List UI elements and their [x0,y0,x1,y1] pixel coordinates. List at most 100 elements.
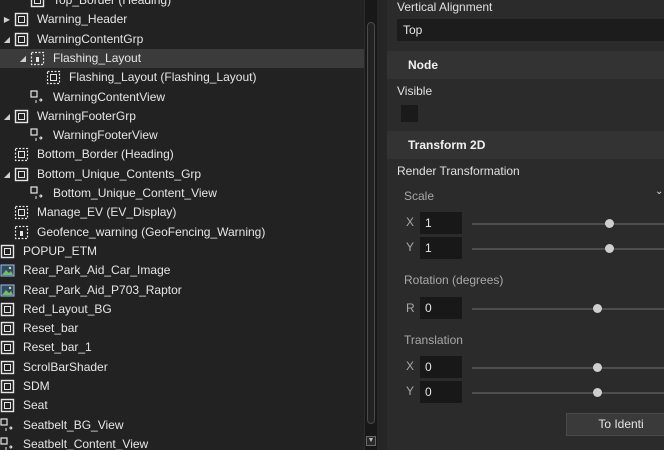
collapse-arrow-icon[interactable]: ◢ [2,30,12,49]
view-icon [30,89,45,105]
tree-item[interactable]: ScrolBarShader [0,358,364,377]
scrollbar-thumb[interactable] [367,22,375,424]
layout-icon [14,225,29,240]
tree-item[interactable]: Seatbelt_Content_View [0,435,364,450]
visual-icon [14,167,29,182]
scale-x-slider-track[interactable] [472,223,664,225]
tree-item[interactable]: WarningFooterView [0,126,364,145]
tree-item-label: Geofence_warning (GeoFencing_Warning) [37,224,266,239]
translation-x-slider-track[interactable] [472,367,664,369]
to-identity-button[interactable]: To Identi [566,413,664,436]
panel-splitter[interactable] [377,0,387,450]
tree-item[interactable]: Rear_Park_Aid_Car_Image [0,261,364,280]
rotation-input[interactable]: 0 [420,297,462,319]
tree-item[interactable]: Seat [0,396,364,415]
tree-item[interactable]: ◢ WarningFooterGrp [0,107,364,126]
tree-item[interactable]: ▶ Warning_Header [0,10,364,29]
visible-checkbox[interactable] [401,105,418,122]
tree-item[interactable]: Seatbelt_BG_View [0,416,364,435]
tree-item[interactable]: ◢ WarningContentGrp [0,30,364,49]
tree-item-label: ScrolBarShader [23,359,108,374]
transform-section-title: Transform 2D [408,138,486,152]
tree-item-label: Bottom_Unique_Content_View [53,186,217,200]
tree-item[interactable]: Rear_Park_Aid_P703_Raptor [0,281,364,300]
rotation-slider-track[interactable] [472,308,664,310]
tree-item-label: Seatbelt_BG_View [23,417,124,432]
translation-y-axis-label: Y [406,384,415,398]
scale-x-input[interactable]: 1 [420,212,462,234]
visual-icon [0,321,15,336]
translation-y-input[interactable]: 0 [420,381,462,403]
tree-item[interactable]: Flashing_Layout (Flashing_Layout) [0,68,364,87]
translation-x-input[interactable]: 0 [420,356,462,378]
tree-item-label: Bottom_Unique_Contents_Grp [37,166,202,181]
tree-item-label: WarningFooterGrp [37,108,136,123]
tree-item[interactable]: Reset_bar_1 [0,338,364,357]
scale-label: Scale [404,189,435,203]
scale-y-slider-handle[interactable] [605,244,614,253]
view-icon [30,128,45,143]
tree-item-label: WarningContentView [53,89,166,104]
view-icon [0,417,15,433]
scale-y-slider-track[interactable] [472,248,664,250]
tree-item[interactable]: POPUP_ETM [0,242,364,261]
visual-icon [0,340,15,355]
tree-item-label: Manage_EV (EV_Display) [37,205,177,220]
rotation-axis-label: R [406,301,415,315]
layout-instance-icon [14,147,29,162]
translation-x-slider-handle[interactable] [593,363,602,372]
translation-y-slider-handle[interactable] [593,388,602,397]
tree-item-label: Flashing_Layout (Flashing_Layout) [69,70,257,85]
visual-icon [14,109,29,124]
tree-item-label: Red_Layout_BG [23,301,112,316]
tree-item[interactable]: ◢ Bottom_Unique_Contents_Grp [0,165,364,184]
tree-item-label: Seatbelt_Content_View [23,436,149,450]
tree-item[interactable]: Red_Layout_BG [0,300,364,319]
scale-x-slider-handle[interactable] [605,219,614,228]
tree-item-label: Reset_bar [23,321,79,336]
tree-item[interactable]: WarningContentView [0,88,364,107]
tree-item-label: Reset_bar_1 [23,340,92,355]
expand-arrow-icon[interactable]: ▶ [2,10,12,29]
image-icon [0,283,15,298]
tree-item[interactable]: Manage_EV (EV_Display) [0,203,364,222]
vertical-alignment-dropdown[interactable]: Top [397,19,664,41]
tree-item[interactable]: Geofence_warning (GeoFencing_Warning) [0,223,364,242]
view-icon [30,186,45,201]
translation-y-slider-track[interactable] [472,392,664,394]
tree-item-label: POPUP_ETM [23,243,98,258]
vertical-alignment-label: Vertical Alignment [397,0,493,14]
tree-scrollbar[interactable]: ▼ [364,0,377,450]
collapse-arrow-icon[interactable]: ◢ [18,49,28,68]
visual-icon [0,302,15,317]
tree-item-label: WarningContentGrp [37,31,144,46]
tree-item-label: Bottom_Border (Heading) [37,147,174,162]
rotation-slider-handle[interactable] [593,304,602,313]
tree-item-label: WarningFooterView [53,128,158,143]
scale-y-input[interactable]: 1 [420,237,462,259]
tree-item[interactable]: Bottom_Unique_Content_View [0,184,364,203]
node-section-header[interactable]: Node [387,51,664,79]
tree-item[interactable]: Top_Border (Heading) [0,0,364,10]
tree-item[interactable]: ◢ Flashing_Layout [0,48,364,68]
collapse-arrow-icon[interactable]: ◢ [2,165,12,184]
translation-label: Translation [404,333,463,347]
visual-icon [0,360,15,375]
node-section-title: Node [408,58,438,72]
tree-item[interactable]: Bottom_Border (Heading) [0,145,364,164]
chevron-down-icon[interactable]: ⌄ [655,186,663,197]
scroll-down-icon[interactable]: ▼ [366,436,376,446]
scene-tree: Top_Border (Heading) ▶ Warning_Header ◢ Warn… [0,0,364,450]
tree-item-label: Rear_Park_Aid_P703_Raptor [23,282,182,297]
tree-item[interactable]: SDM [0,377,364,396]
collapse-arrow-icon[interactable]: ◢ [2,107,12,126]
visual-icon [14,12,29,27]
tree-item[interactable]: Reset_bar [0,319,364,338]
scale-y-axis-label: Y [406,240,415,254]
image-icon [0,263,15,278]
scale-x-axis-label: X [406,215,415,229]
transform-section-header[interactable]: Transform 2D [387,131,664,159]
layout-instance-icon [14,205,29,220]
tree-item-label: SDM [23,379,50,393]
render-transformation-label: Render Transformation [397,164,520,178]
